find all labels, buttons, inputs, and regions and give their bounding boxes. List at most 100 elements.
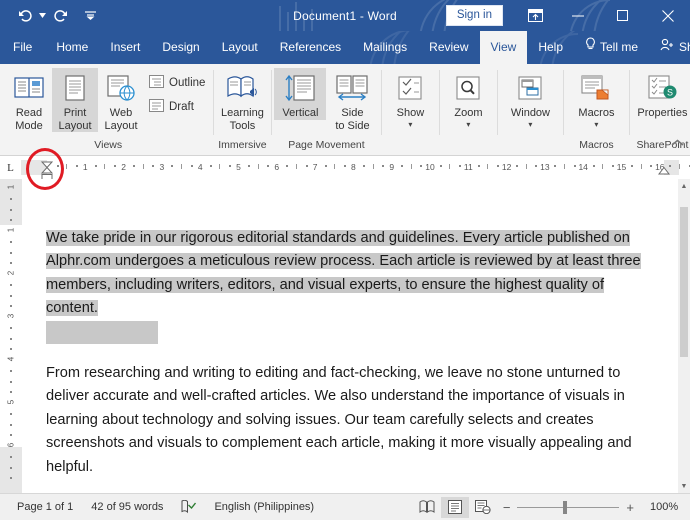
- scroll-up-arrow-icon[interactable]: ▲: [678, 179, 690, 193]
- redo-icon[interactable]: [49, 5, 71, 27]
- ruler-minor-mark: [372, 164, 374, 169]
- scroll-down-arrow-icon[interactable]: ▼: [678, 479, 690, 493]
- tab-design[interactable]: Design: [151, 31, 210, 64]
- side-to-side-icon: [335, 71, 369, 105]
- tab-review[interactable]: Review: [418, 31, 479, 64]
- tab-insert[interactable]: Insert: [99, 31, 151, 64]
- lightbulb-icon: [585, 31, 596, 64]
- share-person-icon: [660, 31, 675, 64]
- ruler-minor-mark: [190, 165, 193, 167]
- collapse-ribbon-icon[interactable]: [671, 138, 684, 150]
- share-button[interactable]: Share: [649, 31, 690, 64]
- ribbon-display-options-icon[interactable]: [515, 0, 555, 31]
- ruler-minor-mark: [94, 165, 97, 167]
- page-count-status[interactable]: Page 1 of 1: [8, 501, 82, 513]
- zoom-in-button[interactable]: +: [626, 501, 634, 514]
- ribbon-group-views: Read Mode Print Layout Web Layout Outlin…: [3, 64, 213, 155]
- zoom-button[interactable]: Zoom ▾: [442, 68, 494, 129]
- document-work-area: 1 1 2 3 4 5 6 We take pride in our rigorous ed…: [0, 179, 690, 493]
- views-small-buttons: Outline Draft: [144, 68, 210, 116]
- ruler-minor-mark: [401, 165, 404, 167]
- ruler-minor-mark: [611, 165, 614, 167]
- vruler-tick-5: 5: [6, 399, 16, 405]
- outline-button[interactable]: Outline: [146, 74, 208, 92]
- undo-dropdown-caret-icon[interactable]: [38, 5, 47, 27]
- tab-references[interactable]: References: [269, 31, 352, 64]
- ruler-minor-mark: [286, 165, 289, 167]
- properties-label: Properties: [637, 107, 688, 119]
- vruler-tick-3: 3: [6, 313, 16, 319]
- zoom-level-label[interactable]: 100%: [650, 501, 682, 513]
- vruler-minor-mark: [10, 423, 12, 426]
- vruler-minor-mark: [10, 412, 12, 415]
- ruler-minor-mark: [334, 164, 336, 169]
- read-mode-label: Read Mode: [15, 107, 43, 132]
- macros-dropdown-caret-icon[interactable]: ▾: [594, 120, 598, 129]
- vruler-minor-mark: [10, 197, 12, 200]
- tab-mailings[interactable]: Mailings: [352, 31, 418, 64]
- learning-tools-button[interactable]: Learning Tools: [216, 68, 268, 132]
- paragraph-2[interactable]: From researching and writing to editing …: [46, 362, 660, 479]
- horizontal-ruler[interactable]: 1 2 3 4 5 6 7 8 9 10 11 12 13 14 15 16: [21, 160, 690, 180]
- properties-button[interactable]: S Properties: [632, 68, 690, 120]
- tab-home[interactable]: Home: [45, 31, 99, 64]
- vruler-minor-mark: [10, 348, 12, 351]
- draft-icon: [149, 99, 164, 115]
- zoom-out-button[interactable]: −: [503, 501, 511, 514]
- page-movement-group-label: Page Movement: [288, 139, 365, 151]
- ribbon-group-immersive: Learning Tools Immersive: [213, 64, 271, 155]
- macros-button[interactable]: Macros ▾: [566, 68, 626, 129]
- tell-me-box[interactable]: Tell me: [574, 31, 649, 64]
- window-dropdown-caret-icon[interactable]: ▾: [528, 120, 532, 129]
- web-layout-view-button[interactable]: [469, 497, 497, 518]
- zoom-slider[interactable]: [517, 500, 620, 514]
- tab-view[interactable]: View: [479, 31, 528, 64]
- ruler-tick-10: 10: [425, 162, 435, 172]
- right-indent-marker[interactable]: [657, 166, 671, 177]
- tab-help[interactable]: Help: [527, 31, 574, 64]
- draft-button[interactable]: Draft: [146, 98, 208, 116]
- read-mode-button[interactable]: Read Mode: [6, 68, 52, 132]
- vertical-icon: [284, 71, 316, 105]
- vertical-ruler[interactable]: 1 1 2 3 4 5 6: [0, 179, 22, 493]
- views-group-label: Views: [94, 139, 123, 151]
- maximize-icon[interactable]: [600, 0, 645, 31]
- read-mode-view-button[interactable]: [413, 497, 441, 518]
- tab-file[interactable]: File: [0, 31, 45, 64]
- scrollbar-thumb[interactable]: [680, 207, 688, 357]
- show-dropdown-caret-icon[interactable]: ▾: [408, 120, 412, 129]
- minimize-icon[interactable]: [555, 0, 600, 31]
- print-layout-view-button[interactable]: [440, 496, 469, 518]
- zoom-slider-thumb[interactable]: [563, 500, 568, 514]
- zoom-label: Zoom: [454, 107, 483, 119]
- zoom-dropdown-caret-icon[interactable]: ▾: [466, 120, 470, 129]
- title-bar: Document1 - Word Sign in: [0, 0, 690, 31]
- word-count-status[interactable]: 42 of 95 words: [82, 501, 172, 513]
- close-icon[interactable]: [645, 0, 690, 31]
- vruler-minor-mark: [10, 326, 12, 329]
- ruler-minor-mark: [142, 164, 144, 169]
- ruler-tick-5: 5: [236, 162, 241, 172]
- document-body[interactable]: We take pride in our rigorous editorial …: [22, 179, 678, 479]
- ruler-tick-3: 3: [159, 162, 165, 172]
- tab-stop-selector[interactable]: L: [0, 156, 21, 179]
- show-button[interactable]: Show ▾: [384, 68, 436, 129]
- tab-layout[interactable]: Layout: [211, 31, 269, 64]
- vertical-button[interactable]: Vertical: [274, 68, 327, 120]
- vertical-scrollbar[interactable]: ▲ ▼: [678, 179, 690, 493]
- zoom-control[interactable]: − + 100%: [503, 500, 682, 514]
- side-to-side-button[interactable]: Side to Side: [326, 68, 378, 132]
- undo-icon[interactable]: [14, 5, 36, 27]
- sign-in-button[interactable]: Sign in: [445, 5, 503, 26]
- outline-icon: [149, 75, 164, 91]
- web-layout-button[interactable]: Web Layout: [98, 68, 144, 132]
- print-layout-button[interactable]: Print Layout: [52, 68, 98, 132]
- language-status[interactable]: English (Philippines): [205, 501, 323, 513]
- learning-tools-icon: [226, 71, 258, 105]
- proofing-errors-icon[interactable]: [172, 500, 205, 514]
- ruler-minor-mark: [678, 164, 680, 169]
- customize-quick-access-icon[interactable]: [79, 5, 101, 27]
- window-button[interactable]: Window ▾: [500, 68, 560, 129]
- document-page[interactable]: We take pride in our rigorous editorial …: [22, 179, 678, 493]
- paragraph-1[interactable]: We take pride in our rigorous editorial …: [46, 227, 660, 344]
